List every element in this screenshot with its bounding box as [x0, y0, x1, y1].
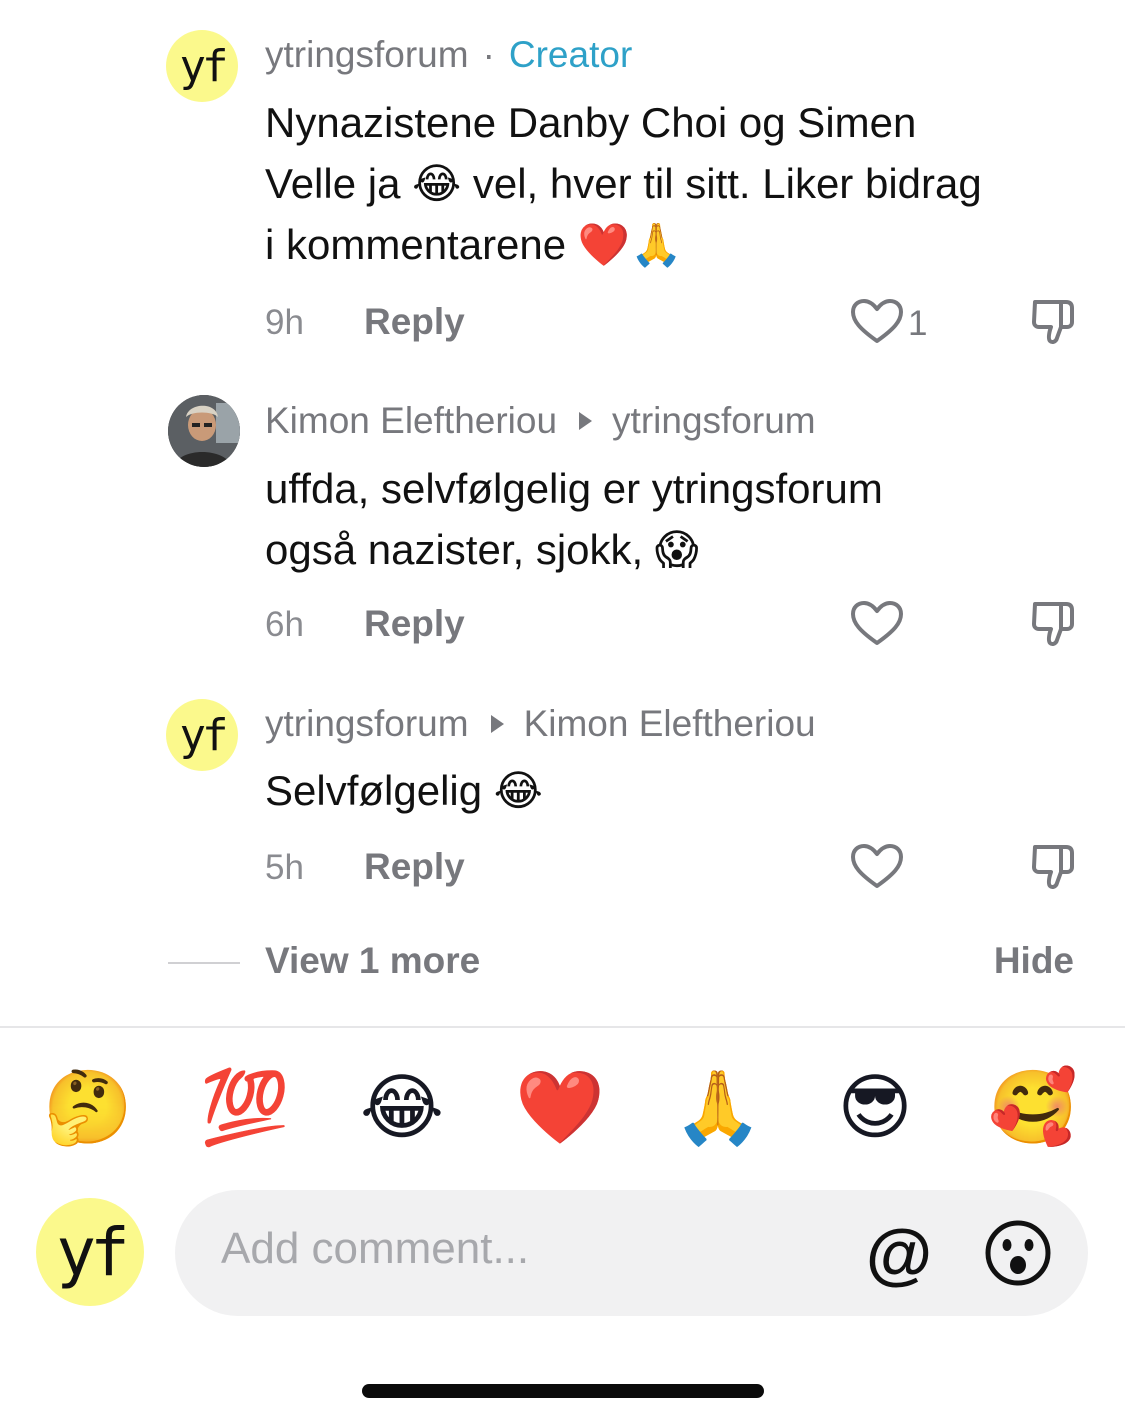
view-more-replies-button[interactable]: View 1 more [265, 940, 480, 982]
heart-icon[interactable] [850, 600, 904, 646]
composer-avatar[interactable]: yf [36, 1198, 144, 1306]
hide-replies-button[interactable]: Hide [994, 940, 1074, 982]
comment-header: ytringsforum Kimon Eleftheriou [265, 703, 816, 745]
reply-to-username[interactable]: Kimon Eleftheriou [524, 703, 816, 745]
smiling-hearts-emoji-button[interactable]: 🥰 [985, 1060, 1081, 1156]
input-placeholder: Add comment... [221, 1224, 530, 1273]
add-comment-input[interactable]: Add comment... @ [175, 1190, 1088, 1316]
reply-button[interactable]: Reply [364, 603, 465, 645]
dislike-icon[interactable] [1030, 298, 1076, 346]
username[interactable]: ytringsforum [265, 703, 469, 745]
comment-line: i kommentarene ❤️🙏 [265, 221, 683, 268]
comment-line: Nynazistene Danby Choi og Simen [265, 99, 917, 146]
reply-to-username[interactable]: ytringsforum [612, 400, 816, 442]
dislike-icon[interactable] [1030, 843, 1076, 891]
creator-badge: Creator [508, 34, 633, 75]
composer-divider [0, 1026, 1125, 1028]
reply-arrow-icon [579, 412, 593, 430]
timestamp: 6h [265, 605, 304, 644]
timestamp: 5h [265, 848, 304, 887]
heart-emoji-button[interactable]: ❤️ [512, 1060, 608, 1156]
comment-line: Selvfølgelig 😂 [265, 767, 543, 814]
timestamp: 9h [265, 303, 304, 342]
heart-icon[interactable] [850, 298, 904, 344]
username[interactable]: ytringsforum [265, 34, 469, 76]
avatar-label: yf [179, 40, 229, 92]
sunglasses-emoji-button[interactable]: 😎 [827, 1060, 923, 1156]
comment-header: ytringsforum · Creator [265, 34, 632, 76]
avatar[interactable] [168, 395, 240, 467]
emoji-picker-icon[interactable] [983, 1218, 1053, 1288]
comment-text: Selvfølgelig 😂 [265, 760, 1095, 821]
pray-emoji-button[interactable]: 🙏 [670, 1060, 766, 1156]
comment-text: uffda, selvfølgelig er ytringsforum også… [265, 458, 1095, 580]
home-indicator[interactable] [362, 1384, 764, 1398]
heart-icon[interactable] [850, 843, 904, 889]
laughing-emoji-button[interactable]: 😂 [354, 1060, 450, 1156]
thread-divider-line [168, 962, 240, 964]
separator-dot: · [482, 34, 495, 75]
like-count: 1 [908, 304, 928, 343]
avatar-label: yf [179, 709, 229, 761]
comment-header: Kimon Eleftheriou ytringsforum [265, 400, 816, 442]
dislike-icon[interactable] [1030, 600, 1076, 648]
comment-line: også nazister, sjokk, 😱 [265, 526, 699, 573]
avatar[interactable]: yf [166, 699, 238, 771]
user-photo-icon [168, 395, 240, 467]
thinking-emoji-button[interactable]: 🤔 [40, 1060, 136, 1156]
comment-line: uffda, selvfølgelig er ytringsforum [265, 465, 883, 512]
avatar-label: yf [56, 1213, 130, 1291]
comment-text: Nynazistene Danby Choi og Simen Velle ja… [265, 92, 1095, 275]
comment-line: Velle ja 😂 vel, hver til sitt. Liker bid… [265, 160, 982, 207]
comment-composer: yf Add comment... @ [0, 1190, 1125, 1316]
reply-button[interactable]: Reply [364, 301, 465, 343]
username[interactable]: Kimon Eleftheriou [265, 400, 557, 442]
emoji-quick-bar: 🤔 💯 😂 ❤️ 🙏 😎 🥰 [0, 1060, 1125, 1156]
mention-icon[interactable]: @ [863, 1218, 935, 1290]
reply-arrow-icon [490, 715, 504, 733]
avatar[interactable]: yf [166, 30, 238, 102]
reply-button[interactable]: Reply [364, 846, 465, 888]
hundred-emoji-button[interactable]: 💯 [197, 1060, 293, 1156]
